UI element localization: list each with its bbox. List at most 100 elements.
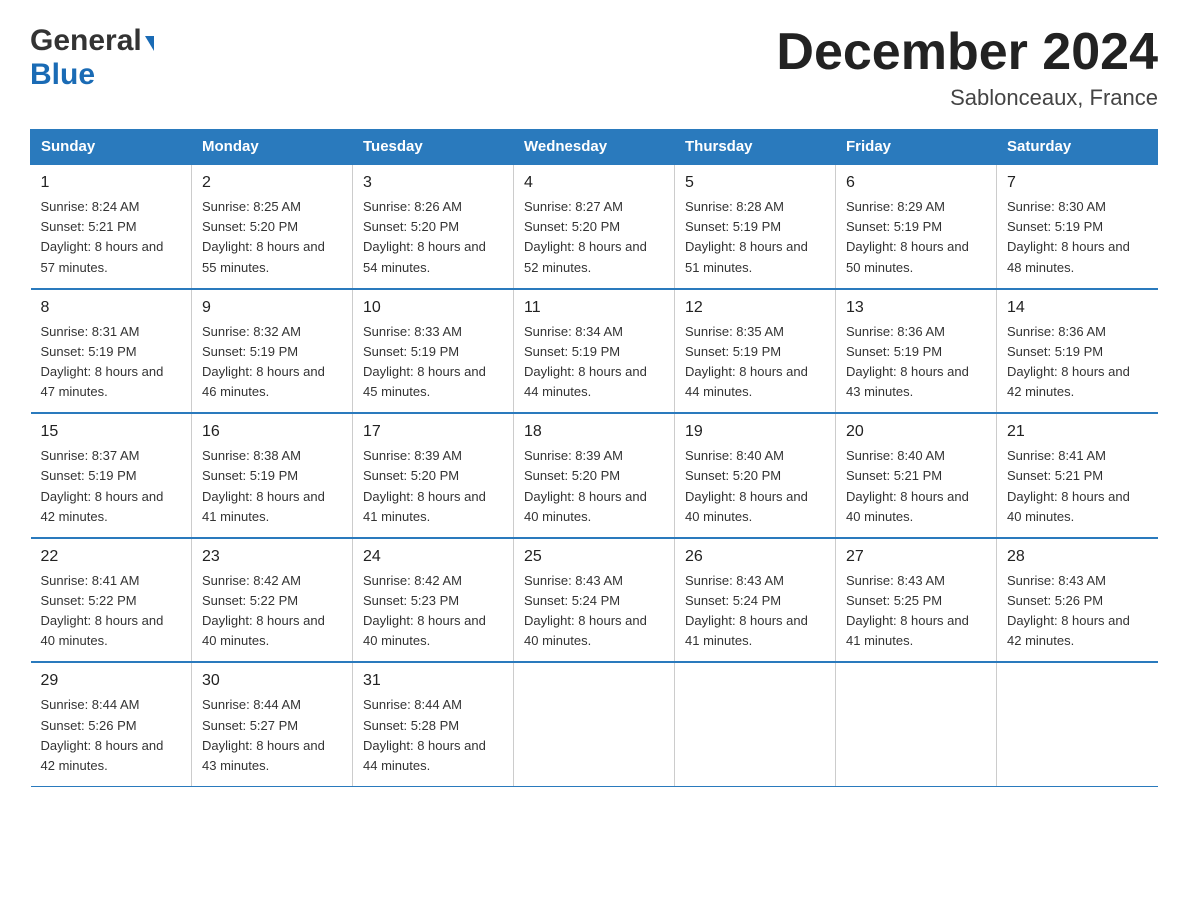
calendar-day-cell: 17Sunrise: 8:39 AMSunset: 5:20 PMDayligh… [353, 413, 514, 538]
calendar-day-cell: 15Sunrise: 8:37 AMSunset: 5:19 PMDayligh… [31, 413, 192, 538]
day-number: 20 [846, 420, 986, 444]
day-number: 8 [41, 296, 182, 320]
day-info: Sunrise: 8:25 AMSunset: 5:20 PMDaylight:… [202, 197, 342, 278]
day-info: Sunrise: 8:44 AMSunset: 5:26 PMDaylight:… [41, 695, 182, 776]
day-number: 10 [363, 296, 503, 320]
calendar-day-cell: 21Sunrise: 8:41 AMSunset: 5:21 PMDayligh… [997, 413, 1158, 538]
day-info: Sunrise: 8:43 AMSunset: 5:24 PMDaylight:… [524, 571, 664, 652]
day-info: Sunrise: 8:38 AMSunset: 5:19 PMDaylight:… [202, 446, 342, 527]
logo-general-text: General [30, 24, 142, 58]
calendar-day-cell: 11Sunrise: 8:34 AMSunset: 5:19 PMDayligh… [514, 289, 675, 414]
day-number: 13 [846, 296, 986, 320]
day-number: 4 [524, 171, 664, 195]
month-title: December 2024 [776, 24, 1158, 81]
calendar-day-cell: 20Sunrise: 8:40 AMSunset: 5:21 PMDayligh… [836, 413, 997, 538]
header-thursday: Thursday [675, 130, 836, 165]
day-number: 5 [685, 171, 825, 195]
day-number: 25 [524, 545, 664, 569]
day-number: 23 [202, 545, 342, 569]
header-wednesday: Wednesday [514, 130, 675, 165]
calendar-day-cell: 1Sunrise: 8:24 AMSunset: 5:21 PMDaylight… [31, 164, 192, 289]
calendar-empty-cell [675, 662, 836, 786]
day-number: 3 [363, 171, 503, 195]
header-tuesday: Tuesday [353, 130, 514, 165]
day-info: Sunrise: 8:43 AMSunset: 5:25 PMDaylight:… [846, 571, 986, 652]
day-number: 14 [1007, 296, 1148, 320]
calendar-week-row: 8Sunrise: 8:31 AMSunset: 5:19 PMDaylight… [31, 289, 1158, 414]
day-info: Sunrise: 8:33 AMSunset: 5:19 PMDaylight:… [363, 322, 503, 403]
calendar-week-row: 15Sunrise: 8:37 AMSunset: 5:19 PMDayligh… [31, 413, 1158, 538]
page-header: General Blue December 2024 Sablonceaux, … [30, 24, 1158, 111]
day-info: Sunrise: 8:40 AMSunset: 5:21 PMDaylight:… [846, 446, 986, 527]
logo-blue-text: Blue [30, 58, 95, 92]
calendar-day-cell: 18Sunrise: 8:39 AMSunset: 5:20 PMDayligh… [514, 413, 675, 538]
day-info: Sunrise: 8:43 AMSunset: 5:26 PMDaylight:… [1007, 571, 1148, 652]
day-number: 28 [1007, 545, 1148, 569]
calendar-header-row: SundayMondayTuesdayWednesdayThursdayFrid… [31, 130, 1158, 165]
calendar-day-cell: 19Sunrise: 8:40 AMSunset: 5:20 PMDayligh… [675, 413, 836, 538]
day-number: 31 [363, 669, 503, 693]
title-block: December 2024 Sablonceaux, France [776, 24, 1158, 111]
calendar-day-cell: 4Sunrise: 8:27 AMSunset: 5:20 PMDaylight… [514, 164, 675, 289]
calendar-empty-cell [997, 662, 1158, 786]
day-number: 30 [202, 669, 342, 693]
day-number: 6 [846, 171, 986, 195]
day-info: Sunrise: 8:41 AMSunset: 5:22 PMDaylight:… [41, 571, 182, 652]
header-sunday: Sunday [31, 130, 192, 165]
day-number: 17 [363, 420, 503, 444]
day-info: Sunrise: 8:42 AMSunset: 5:23 PMDaylight:… [363, 571, 503, 652]
header-monday: Monday [192, 130, 353, 165]
calendar-day-cell: 9Sunrise: 8:32 AMSunset: 5:19 PMDaylight… [192, 289, 353, 414]
calendar-day-cell: 28Sunrise: 8:43 AMSunset: 5:26 PMDayligh… [997, 538, 1158, 663]
calendar-day-cell: 27Sunrise: 8:43 AMSunset: 5:25 PMDayligh… [836, 538, 997, 663]
day-info: Sunrise: 8:31 AMSunset: 5:19 PMDaylight:… [41, 322, 182, 403]
day-info: Sunrise: 8:30 AMSunset: 5:19 PMDaylight:… [1007, 197, 1148, 278]
calendar-week-row: 22Sunrise: 8:41 AMSunset: 5:22 PMDayligh… [31, 538, 1158, 663]
calendar-day-cell: 2Sunrise: 8:25 AMSunset: 5:20 PMDaylight… [192, 164, 353, 289]
calendar-week-row: 29Sunrise: 8:44 AMSunset: 5:26 PMDayligh… [31, 662, 1158, 786]
day-info: Sunrise: 8:34 AMSunset: 5:19 PMDaylight:… [524, 322, 664, 403]
day-info: Sunrise: 8:41 AMSunset: 5:21 PMDaylight:… [1007, 446, 1148, 527]
day-info: Sunrise: 8:37 AMSunset: 5:19 PMDaylight:… [41, 446, 182, 527]
day-info: Sunrise: 8:35 AMSunset: 5:19 PMDaylight:… [685, 322, 825, 403]
logo: General Blue [30, 24, 154, 92]
day-info: Sunrise: 8:40 AMSunset: 5:20 PMDaylight:… [685, 446, 825, 527]
header-saturday: Saturday [997, 130, 1158, 165]
day-number: 19 [685, 420, 825, 444]
day-info: Sunrise: 8:44 AMSunset: 5:27 PMDaylight:… [202, 695, 342, 776]
day-number: 12 [685, 296, 825, 320]
day-info: Sunrise: 8:39 AMSunset: 5:20 PMDaylight:… [363, 446, 503, 527]
day-info: Sunrise: 8:28 AMSunset: 5:19 PMDaylight:… [685, 197, 825, 278]
calendar-day-cell: 3Sunrise: 8:26 AMSunset: 5:20 PMDaylight… [353, 164, 514, 289]
day-number: 21 [1007, 420, 1148, 444]
day-number: 7 [1007, 171, 1148, 195]
day-number: 22 [41, 545, 182, 569]
calendar-day-cell: 16Sunrise: 8:38 AMSunset: 5:19 PMDayligh… [192, 413, 353, 538]
calendar-week-row: 1Sunrise: 8:24 AMSunset: 5:21 PMDaylight… [31, 164, 1158, 289]
logo-triangle-icon [145, 36, 154, 51]
day-number: 16 [202, 420, 342, 444]
calendar-day-cell: 13Sunrise: 8:36 AMSunset: 5:19 PMDayligh… [836, 289, 997, 414]
calendar-day-cell: 22Sunrise: 8:41 AMSunset: 5:22 PMDayligh… [31, 538, 192, 663]
day-number: 11 [524, 296, 664, 320]
location: Sablonceaux, France [776, 85, 1158, 111]
calendar-empty-cell [836, 662, 997, 786]
day-info: Sunrise: 8:36 AMSunset: 5:19 PMDaylight:… [846, 322, 986, 403]
day-info: Sunrise: 8:39 AMSunset: 5:20 PMDaylight:… [524, 446, 664, 527]
calendar-day-cell: 6Sunrise: 8:29 AMSunset: 5:19 PMDaylight… [836, 164, 997, 289]
day-info: Sunrise: 8:42 AMSunset: 5:22 PMDaylight:… [202, 571, 342, 652]
calendar-day-cell: 12Sunrise: 8:35 AMSunset: 5:19 PMDayligh… [675, 289, 836, 414]
header-friday: Friday [836, 130, 997, 165]
calendar-day-cell: 23Sunrise: 8:42 AMSunset: 5:22 PMDayligh… [192, 538, 353, 663]
calendar-day-cell: 29Sunrise: 8:44 AMSunset: 5:26 PMDayligh… [31, 662, 192, 786]
day-info: Sunrise: 8:43 AMSunset: 5:24 PMDaylight:… [685, 571, 825, 652]
calendar-day-cell: 24Sunrise: 8:42 AMSunset: 5:23 PMDayligh… [353, 538, 514, 663]
day-number: 27 [846, 545, 986, 569]
day-info: Sunrise: 8:32 AMSunset: 5:19 PMDaylight:… [202, 322, 342, 403]
day-number: 26 [685, 545, 825, 569]
calendar-day-cell: 26Sunrise: 8:43 AMSunset: 5:24 PMDayligh… [675, 538, 836, 663]
calendar-day-cell: 10Sunrise: 8:33 AMSunset: 5:19 PMDayligh… [353, 289, 514, 414]
day-info: Sunrise: 8:26 AMSunset: 5:20 PMDaylight:… [363, 197, 503, 278]
calendar-table: SundayMondayTuesdayWednesdayThursdayFrid… [30, 129, 1158, 787]
day-info: Sunrise: 8:36 AMSunset: 5:19 PMDaylight:… [1007, 322, 1148, 403]
